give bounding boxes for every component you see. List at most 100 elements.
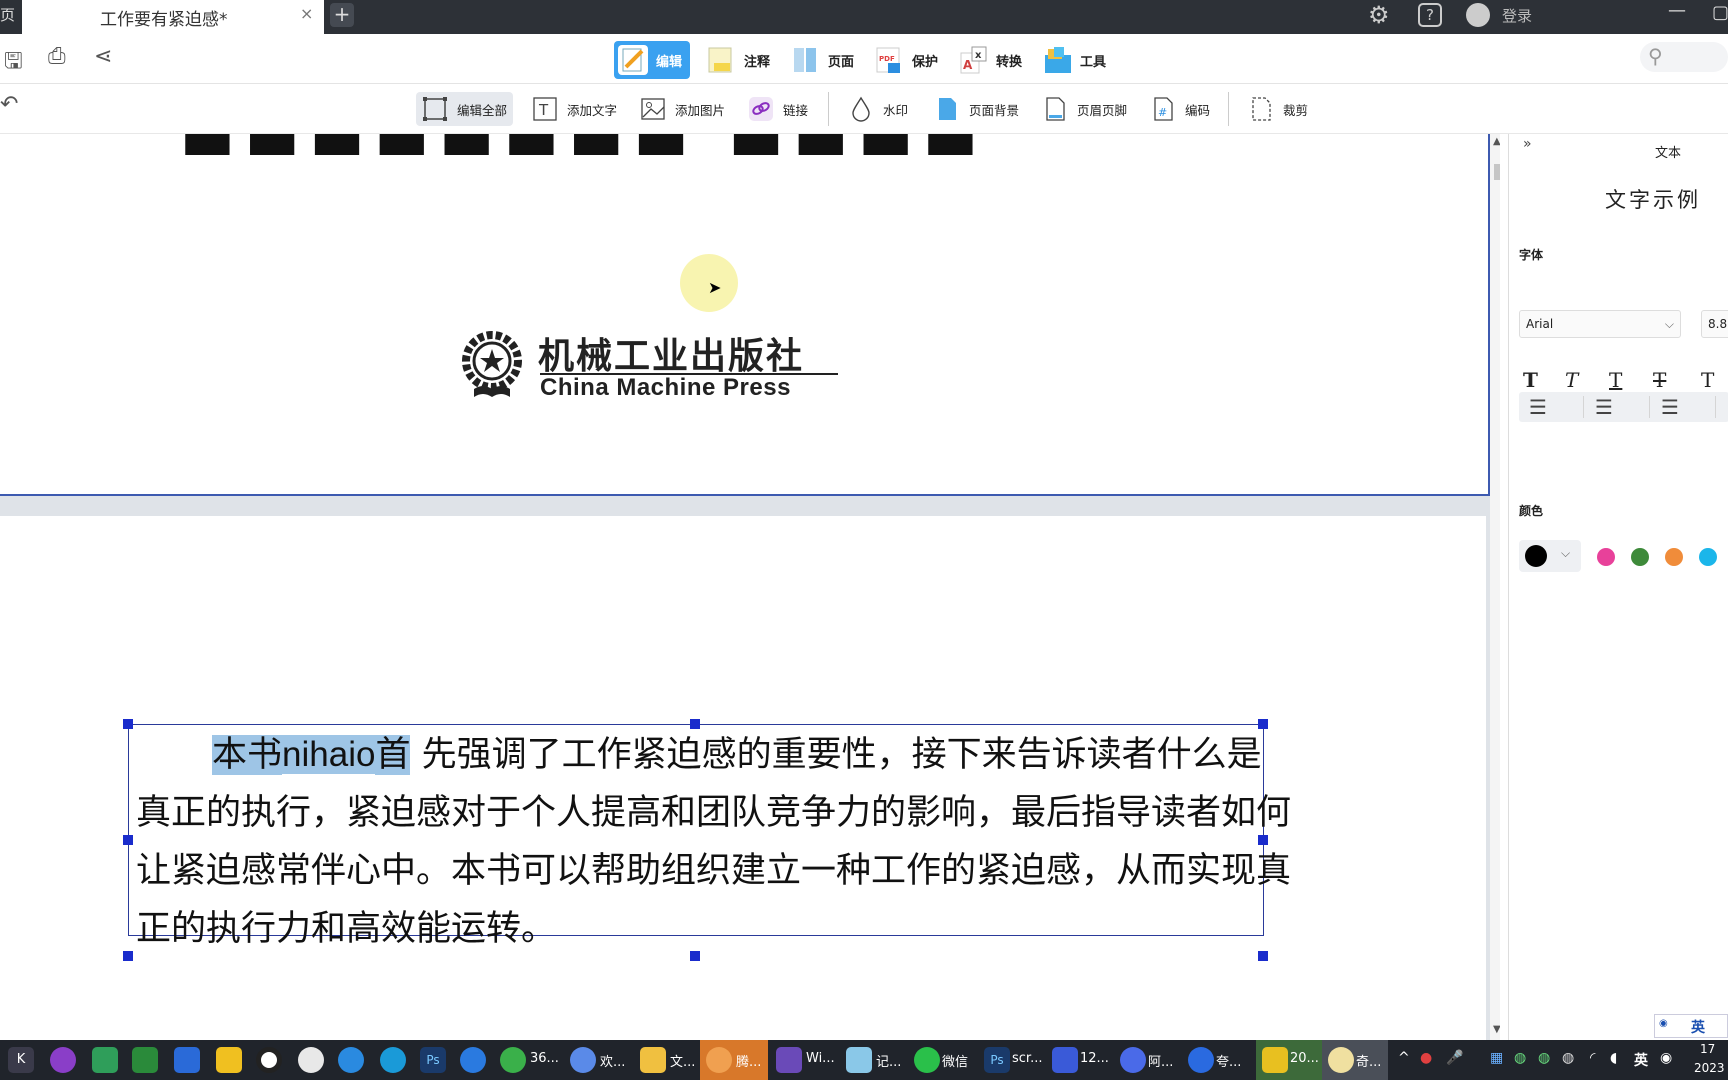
- bates-number-button[interactable]: # 编码: [1150, 92, 1210, 126]
- taskbar-app-icon[interactable]: [1328, 1047, 1354, 1073]
- taskbar-cloud-icon[interactable]: [1188, 1047, 1214, 1073]
- taskbar-app-icon[interactable]: [570, 1047, 596, 1073]
- link-button[interactable]: 链接: [748, 92, 808, 126]
- home-tab[interactable]: 页: [0, 0, 22, 34]
- add-text-button[interactable]: T 添加文字: [532, 92, 617, 126]
- edit-all-button[interactable]: 编辑全部: [416, 92, 514, 126]
- scroll-up-icon[interactable]: ▲: [1493, 136, 1500, 147]
- save-icon[interactable]: 🖫: [4, 44, 23, 82]
- taskbar-folder-icon[interactable]: [640, 1047, 666, 1073]
- print-icon[interactable]: ⎙: [48, 44, 66, 69]
- tray-windows-icon[interactable]: ▦: [1490, 1050, 1503, 1066]
- share-icon[interactable]: ⋖: [94, 44, 112, 69]
- align-center-icon[interactable]: ☰: [1595, 395, 1613, 419]
- taskbar-sheet-icon[interactable]: [132, 1047, 158, 1073]
- taskbar-photoshop-icon[interactable]: Ps: [984, 1047, 1010, 1073]
- resize-handle[interactable]: [123, 951, 133, 961]
- resize-handle[interactable]: [123, 719, 133, 729]
- taskbar-k-app-icon[interactable]: K: [8, 1047, 34, 1073]
- clock-time[interactable]: 17: [1700, 1042, 1715, 1056]
- superscript-button[interactable]: T: [1701, 368, 1714, 392]
- mode-page-button[interactable]: 页面: [790, 41, 854, 79]
- taskbar-app-icon[interactable]: [174, 1047, 200, 1073]
- mode-protect-button[interactable]: PDF 保护: [874, 41, 938, 79]
- color-swatch-pink[interactable]: [1597, 548, 1615, 566]
- scroll-down-icon[interactable]: ▼: [1493, 1024, 1500, 1035]
- tray-app-icon[interactable]: ◍: [1562, 1050, 1574, 1066]
- tray-volume-icon[interactable]: ◖: [1610, 1050, 1617, 1066]
- bold-button[interactable]: T: [1523, 368, 1538, 392]
- align-left-icon[interactable]: ☰: [1529, 395, 1547, 419]
- taskbar-cloud-icon[interactable]: [338, 1047, 364, 1073]
- undo-icon[interactable]: ↶: [0, 92, 18, 117]
- color-swatch-cyan[interactable]: [1699, 548, 1717, 566]
- taskbar-photoshop-icon[interactable]: Ps: [420, 1047, 446, 1073]
- collapse-panel-icon[interactable]: »: [1523, 136, 1532, 152]
- window-close-icon[interactable]: ▢: [1712, 2, 1728, 23]
- crop-icon: [1248, 96, 1274, 122]
- mode-convert-label: 转换: [996, 54, 1023, 70]
- link-icon: [748, 96, 774, 122]
- scrollbar-thumb[interactable]: [1494, 164, 1500, 180]
- login-link[interactable]: 登录: [1502, 5, 1532, 26]
- taskbar-video-icon[interactable]: [776, 1047, 802, 1073]
- header-footer-button[interactable]: 页眉页脚: [1042, 92, 1127, 126]
- taskbar-item-label: 36...: [530, 1051, 559, 1066]
- taskbar-translate-icon[interactable]: [460, 1047, 486, 1073]
- taskbar-app-icon[interactable]: [1120, 1047, 1146, 1073]
- user-avatar-icon[interactable]: [1466, 3, 1490, 27]
- tray-record-icon[interactable]: ●: [1420, 1050, 1432, 1066]
- taskbar-record-icon[interactable]: [256, 1047, 282, 1073]
- taskbar-mail-icon[interactable]: [92, 1047, 118, 1073]
- strikethrough-button[interactable]: T: [1653, 368, 1666, 392]
- page-background-button[interactable]: 页面背景: [934, 92, 1019, 126]
- taskbar-notepad-icon[interactable]: [846, 1047, 872, 1073]
- mode-annotate-button[interactable]: 注释: [706, 41, 770, 79]
- taskbar-app-icon[interactable]: [1052, 1047, 1078, 1073]
- taskbar-wechat-icon[interactable]: [914, 1047, 940, 1073]
- tray-wifi-icon[interactable]: ◜: [1590, 1050, 1595, 1066]
- underline-button[interactable]: T: [1609, 368, 1622, 392]
- font-family-select[interactable]: Arial ⌵: [1519, 310, 1681, 338]
- taskbar-360-icon[interactable]: [500, 1047, 526, 1073]
- crop-button[interactable]: 裁剪: [1248, 92, 1308, 126]
- document-viewport[interactable]: ■■■■■■■■ ■■■■ ➤ 机械工业出版社 China Machine Pr…: [0, 134, 1500, 1040]
- crop-label: 裁剪: [1283, 102, 1309, 118]
- taskbar-tencent-icon[interactable]: [706, 1047, 732, 1073]
- document-tab[interactable]: 工作要有紧迫感* ×: [22, 0, 324, 34]
- tray-app-icon[interactable]: ◍: [1538, 1050, 1550, 1066]
- color-picker[interactable]: ⌵: [1519, 540, 1581, 572]
- taskbar-edge-icon[interactable]: [380, 1047, 406, 1073]
- taskbar-app-icon[interactable]: [216, 1047, 242, 1073]
- vertical-scrollbar[interactable]: ▲ ▼: [1490, 134, 1500, 1040]
- clock-date[interactable]: 2023: [1694, 1061, 1725, 1075]
- search-box[interactable]: ⚲: [1640, 42, 1728, 72]
- editable-paragraph[interactable]: 本书nihaio首 先强调了工作紧迫感的重要性，接下来告诉读者什么是真正的执行，…: [136, 726, 1296, 958]
- mode-tools-button[interactable]: 工具: [1042, 41, 1106, 79]
- color-swatch-orange[interactable]: [1665, 548, 1683, 566]
- align-right-icon[interactable]: ☰: [1661, 395, 1679, 419]
- italic-button[interactable]: T: [1565, 368, 1578, 392]
- help-icon[interactable]: ?: [1418, 3, 1442, 27]
- taskbar-app-icon[interactable]: [1262, 1047, 1288, 1073]
- new-tab-button[interactable]: +: [330, 3, 354, 27]
- font-size-select[interactable]: 8.8: [1701, 310, 1728, 338]
- minimize-icon[interactable]: —: [1668, 0, 1686, 21]
- tray-app-icon[interactable]: ◉: [1660, 1050, 1672, 1066]
- color-swatch-green[interactable]: [1631, 548, 1649, 566]
- tray-ime-indicator[interactable]: 英: [1634, 1050, 1648, 1070]
- settings-gear-icon[interactable]: ⚙: [1368, 1, 1390, 29]
- mode-convert-button[interactable]: Ax 转换: [958, 41, 1022, 79]
- tray-expand-icon[interactable]: ^: [1398, 1050, 1410, 1066]
- resize-handle[interactable]: [123, 835, 133, 845]
- mode-edit-button[interactable]: 编辑: [614, 41, 691, 79]
- taskbar-item-label: 文...: [670, 1055, 696, 1070]
- close-tab-icon[interactable]: ×: [300, 4, 313, 23]
- taskbar-app-icon[interactable]: [50, 1047, 76, 1073]
- watermark-button[interactable]: 水印: [848, 92, 908, 126]
- tray-mic-icon[interactable]: 🎤: [1446, 1050, 1463, 1066]
- add-image-button[interactable]: 添加图片: [640, 92, 725, 126]
- taskbar-panda-icon[interactable]: [298, 1047, 324, 1073]
- ifly-input-toolbar[interactable]: ◉ 英: [1654, 1014, 1728, 1038]
- tray-wechat-icon[interactable]: ◍: [1514, 1050, 1526, 1066]
